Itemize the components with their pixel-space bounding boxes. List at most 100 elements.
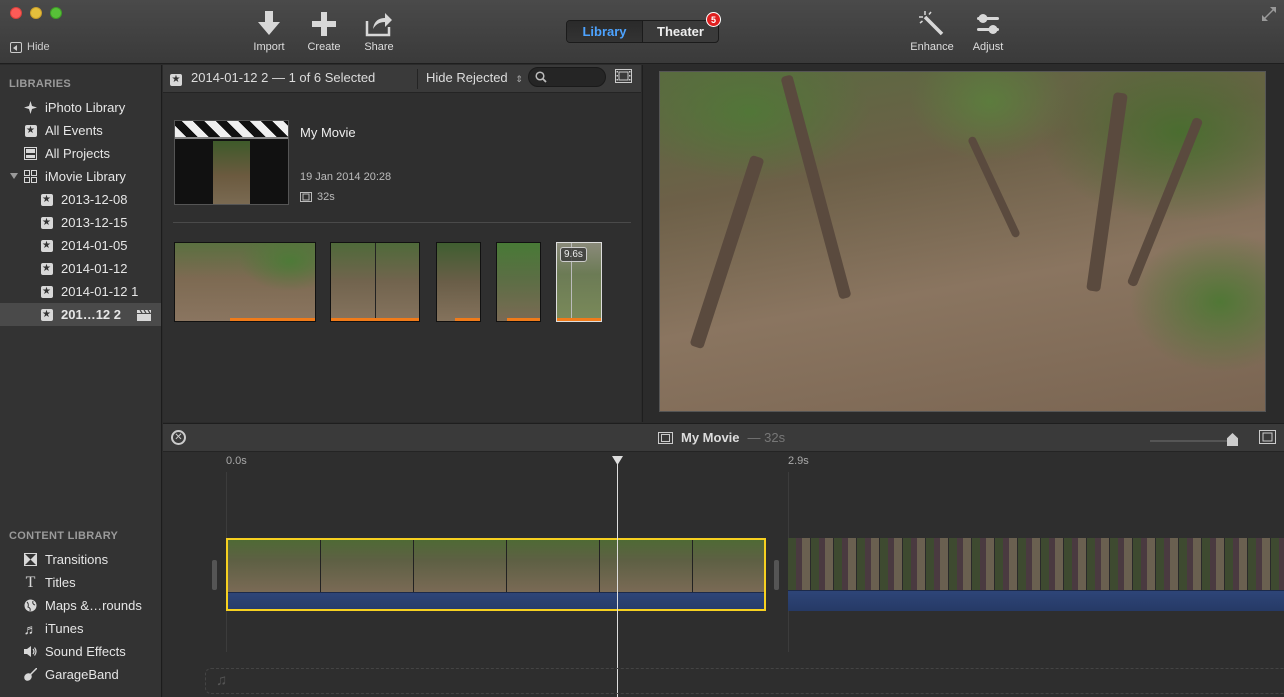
star-icon: ★ [40, 193, 53, 206]
timeline-header: ✕ My Movie — 32s [163, 424, 1284, 452]
project-poster-frame [213, 141, 250, 204]
sidebar-item-event-2013-12-15[interactable]: ★ 2013-12-15 [0, 211, 161, 234]
sidebar-item-imovie-library[interactable]: iMovie Library [0, 165, 161, 188]
sidebar-item-event-2014-01-12-1[interactable]: ★ 2014-01-12 1 [0, 280, 161, 303]
window-close-button[interactable] [10, 7, 22, 19]
project-date: 19 Jan 2014 20:28 [300, 171, 392, 183]
sidebar-item-iphoto-library[interactable]: iPhoto Library [0, 96, 161, 119]
divider [173, 222, 631, 223]
star-icon: ★ [24, 124, 37, 137]
tree-trunk [1126, 116, 1204, 288]
enhance-button[interactable]: Enhance [906, 10, 958, 53]
sidebar-item-label: 2014-01-12 [61, 261, 128, 276]
window-maximize-button[interactable] [50, 7, 62, 19]
theater-tab[interactable]: Theater 5 [643, 12, 721, 42]
sidebar-item-event-2014-01-12[interactable]: ★ 2014-01-12 [0, 257, 161, 280]
theater-tab-label: Theater [657, 24, 704, 39]
clip-audio-waveform [228, 592, 764, 609]
timeline-project-duration: — 32s [747, 430, 786, 445]
timecode-mid: 2.9s [788, 455, 809, 467]
plus-icon [310, 10, 338, 38]
favorite-bar [230, 318, 315, 321]
sidebar-item-sound-effects[interactable]: Sound Effects [0, 640, 161, 663]
sidebar-item-transitions[interactable]: Transitions [0, 548, 161, 571]
sidebar-item-all-events[interactable]: ★ All Events [0, 119, 161, 142]
project-thumbnail[interactable] [174, 120, 289, 205]
timeline-title: My Movie — 32s [658, 430, 785, 445]
event-clip[interactable] [436, 242, 481, 322]
timeline-clip[interactable] [788, 538, 1284, 611]
clip-filmstrip [228, 540, 764, 592]
guitar-icon [24, 668, 37, 681]
content-library-header: CONTENT LIBRARY [9, 530, 119, 542]
clip-trim-handle[interactable] [774, 560, 779, 590]
adjust-label: Adjust [972, 41, 1004, 53]
zoom-slider-track[interactable] [1150, 440, 1230, 442]
tree-trunk [967, 135, 1021, 239]
sliders-icon [974, 10, 1002, 38]
library-theater-toggle: Library Theater 5 [566, 12, 721, 43]
sidebar-item-event-2014-01-05[interactable]: ★ 2014-01-05 [0, 234, 161, 257]
filmstrip-icon [658, 431, 673, 444]
clip-audio-waveform [788, 590, 1284, 611]
viewer-frame[interactable] [659, 71, 1266, 412]
sidebar-item-event-2014-01-12-2[interactable]: ★ 201…12 2 [0, 303, 161, 326]
music-note-icon: ♬ [23, 620, 38, 637]
playhead-handle[interactable] [612, 456, 623, 465]
create-button[interactable]: Create [298, 10, 350, 53]
clip-trim-handle[interactable] [212, 560, 217, 590]
clapperboard-icon [137, 309, 151, 321]
fullscreen-button[interactable] [1262, 7, 1276, 24]
favorite-bar [331, 318, 419, 321]
timeline-clip-selected[interactable] [226, 538, 766, 611]
star-icon: ★ [170, 74, 182, 86]
tree-trunk [1086, 91, 1128, 293]
clip-thumbnail [175, 243, 315, 321]
filter-label: Hide Rejected [426, 70, 508, 85]
sidebar-item-event-2013-12-08[interactable]: ★ 2013-12-08 [0, 188, 161, 211]
titles-icon: T [25, 573, 36, 591]
event-clip[interactable] [330, 242, 420, 322]
sidebar-item-garageband[interactable]: GarageBand [0, 663, 161, 686]
event-clip-selected[interactable]: 9.6s [556, 242, 602, 322]
window-minimize-button[interactable] [30, 7, 42, 19]
hide-libraries-button[interactable]: Hide [10, 41, 50, 53]
share-button[interactable]: Share [353, 10, 405, 53]
sidebar-item-label: Sound Effects [45, 644, 126, 659]
timeline: ✕ My Movie — 32s 0.0s 2.9s ♫ [163, 423, 1284, 697]
clip-appearance-button[interactable] [615, 69, 632, 86]
updown-chevron-icon: ⇕ [515, 74, 523, 84]
filmstrip-icon [300, 192, 312, 202]
zoom-slider-knob[interactable] [1227, 433, 1238, 446]
sidebar-item-all-projects[interactable]: All Projects [0, 142, 161, 165]
library-grid-icon [24, 170, 37, 183]
enhance-label: Enhance [910, 41, 954, 53]
project-duration-label: 32s [317, 191, 335, 203]
share-icon [365, 10, 393, 38]
clip-duration-badge: 9.6s [560, 247, 587, 262]
star-icon: ★ [40, 285, 53, 298]
sidebar-item-label: iMovie Library [45, 169, 126, 184]
playhead[interactable] [617, 460, 618, 697]
event-clip[interactable] [496, 242, 541, 322]
favorite-bar [455, 318, 480, 321]
filter-popup[interactable]: Hide Rejected ⇕ [426, 70, 523, 85]
event-clip[interactable] [174, 242, 316, 322]
close-project-button[interactable]: ✕ [171, 430, 186, 445]
background-music-well[interactable] [205, 668, 1284, 694]
filmstrip-icon [1259, 430, 1276, 444]
search-icon [535, 71, 547, 86]
import-button[interactable]: Import [243, 10, 295, 53]
sidebar-item-label: Maps &…rounds [45, 598, 142, 613]
clip-thumbnail [497, 243, 540, 321]
iphoto-icon [24, 101, 37, 114]
sidebar-item-label: 201…12 2 [61, 307, 121, 322]
sidebar-item-maps-backgrounds[interactable]: Maps &…rounds [0, 594, 161, 617]
sidebar-item-titles[interactable]: T Titles [0, 571, 161, 594]
project-duration: 32s [300, 191, 335, 203]
sidebar-item-itunes[interactable]: ♬ iTunes [0, 617, 161, 640]
timeline-settings-button[interactable] [1259, 430, 1276, 447]
toolbar: Hide Import Create Share Library Theater… [0, 0, 1284, 64]
library-tab[interactable]: Library [567, 21, 643, 42]
adjust-button[interactable]: Adjust [962, 10, 1014, 53]
